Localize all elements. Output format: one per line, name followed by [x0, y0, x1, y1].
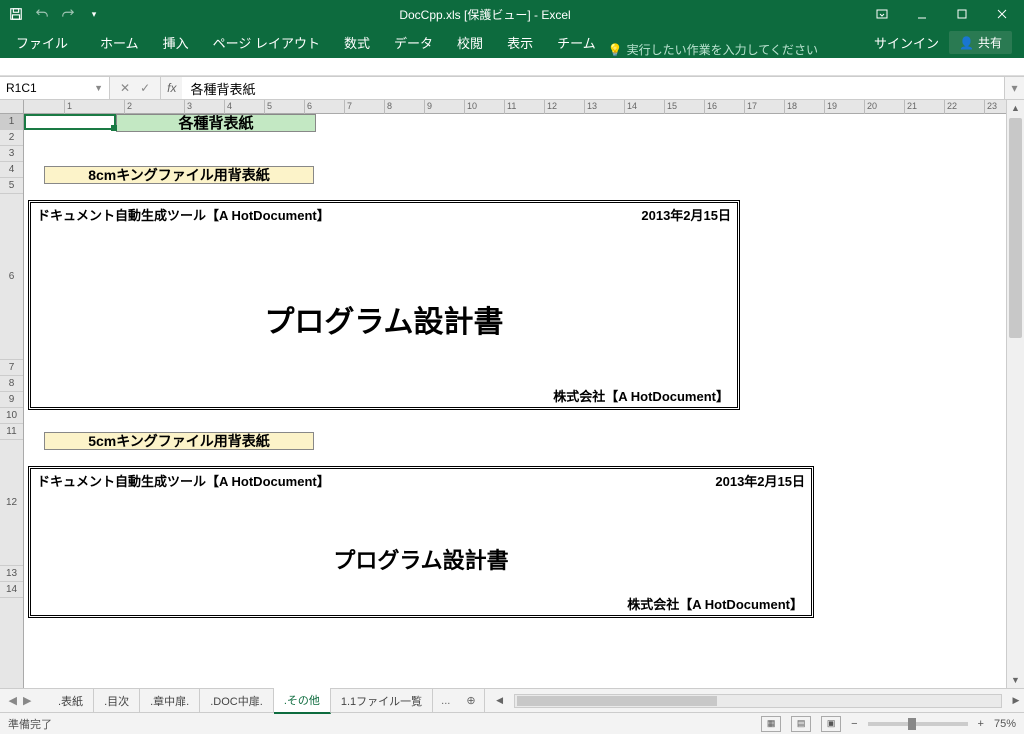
horizontal-scrollbar[interactable] — [514, 694, 1002, 708]
name-box[interactable]: R1C1 ▼ — [0, 77, 110, 99]
row-header[interactable]: 11 — [0, 424, 23, 440]
row-header[interactable]: 2 — [0, 130, 23, 146]
qat-dropdown-icon[interactable]: ▾ — [82, 3, 106, 25]
formula-input[interactable]: 各種背表紙 — [182, 77, 1004, 99]
cancel-icon[interactable]: ✕ — [120, 81, 130, 95]
zoom-thumb[interactable] — [908, 718, 916, 730]
row-header[interactable]: 9 — [0, 392, 23, 408]
zoom-in-icon[interactable]: + — [978, 718, 984, 730]
quick-access-toolbar: ▾ — [4, 3, 106, 25]
scroll-thumb[interactable] — [1009, 118, 1022, 338]
row-header[interactable]: 1 — [0, 114, 23, 130]
chevron-right-icon[interactable]: ▶ — [23, 694, 31, 707]
status-bar: 準備完了 ▦ ▤ ▣ − + 75% — [0, 712, 1024, 734]
tab-file[interactable]: ファイル — [4, 27, 80, 58]
page-break-view-icon[interactable]: ▣ — [821, 716, 841, 732]
enter-icon[interactable]: ✓ — [140, 81, 150, 95]
chevron-left-icon[interactable]: ◀ — [9, 694, 17, 707]
spine-company: 株式会社【A HotDocument】 — [627, 594, 803, 613]
hscroll-left-icon[interactable]: ◀ — [492, 695, 508, 706]
fx-icon[interactable]: fx — [161, 77, 182, 99]
save-icon[interactable] — [4, 3, 28, 25]
ribbon: ファイル ホーム 挿入 ページ レイアウト 数式 データ 校閲 表示 チーム 💡… — [0, 28, 1024, 58]
cell-label-5cm[interactable]: 5cmキングファイル用背表紙 — [44, 432, 314, 450]
sheet-nav[interactable]: ◀▶ — [0, 694, 40, 707]
row-header[interactable]: 10 — [0, 408, 23, 424]
window-title: DocCpp.xls [保護ビュー] - Excel — [106, 6, 864, 23]
cell-label-8cm[interactable]: 8cmキングファイル用背表紙 — [44, 166, 314, 184]
close-icon[interactable] — [984, 2, 1020, 26]
row-header[interactable]: 13 — [0, 566, 23, 582]
spine-8cm-box[interactable]: ドキュメント自動生成ツール【A HotDocument】 2013年2月15日 … — [28, 200, 740, 410]
row-header[interactable]: 3 — [0, 146, 23, 162]
window-controls — [864, 2, 1020, 26]
zoom-level[interactable]: 75% — [994, 718, 1016, 730]
titlebar: ▾ DocCpp.xls [保護ビュー] - Excel — [0, 0, 1024, 28]
tab-home[interactable]: ホーム — [88, 27, 151, 58]
row-header[interactable]: 4 — [0, 162, 23, 178]
person-icon: 👤 — [959, 36, 974, 50]
cell-title[interactable]: 各種背表紙 — [116, 114, 316, 132]
cell-grid[interactable]: 1234567891011121314151617181920212223 各種… — [24, 100, 1006, 688]
new-sheet-icon[interactable]: ⊕ — [458, 690, 483, 711]
undo-icon[interactable] — [30, 3, 54, 25]
sheet-tab[interactable]: .表紙 — [48, 689, 94, 713]
worksheet: 1 2 3 4 5 6 7 8 9 10 11 12 13 14 1234567… — [0, 100, 1024, 688]
tab-data[interactable]: データ — [382, 27, 445, 58]
normal-view-icon[interactable]: ▦ — [761, 716, 781, 732]
redo-icon[interactable] — [56, 3, 80, 25]
minimize-icon[interactable] — [904, 2, 940, 26]
tab-formulas[interactable]: 数式 — [332, 27, 382, 58]
tell-me-search[interactable]: 💡 実行したい作業を入力してください — [608, 41, 818, 58]
sheet-tab[interactable]: 1.1ファイル一覧 — [331, 689, 433, 713]
scroll-down-icon[interactable]: ▼ — [1007, 672, 1024, 688]
sheet-tabs-more[interactable]: ... — [433, 691, 458, 711]
row-header[interactable]: 14 — [0, 582, 23, 598]
sheet-tab-active[interactable]: .その他 — [274, 688, 331, 714]
tab-pagelayout[interactable]: ページ レイアウト — [201, 27, 332, 58]
spine-company: 株式会社【A HotDocument】 — [553, 386, 729, 405]
vertical-scrollbar[interactable]: ▲ ▼ — [1006, 100, 1024, 688]
sheet-tab[interactable]: .DOC中扉. — [200, 689, 274, 713]
scroll-thumb[interactable] — [517, 696, 717, 706]
sheet-tab[interactable]: .目次 — [94, 689, 140, 713]
tab-team[interactable]: チーム — [545, 27, 608, 58]
spine-main-title: プログラム設計書 — [31, 543, 811, 575]
formula-bar: R1C1 ▼ ✕ ✓ fx 各種背表紙 ▾ — [0, 76, 1024, 100]
tab-insert[interactable]: 挿入 — [151, 27, 201, 58]
scroll-up-icon[interactable]: ▲ — [1007, 100, 1024, 116]
spine-main-title: プログラム設計書 — [31, 297, 737, 341]
sheet-tab[interactable]: .章中扉. — [140, 689, 200, 713]
selected-cell[interactable] — [24, 114, 116, 130]
chevron-down-icon[interactable]: ▼ — [94, 83, 103, 93]
hscroll-right-icon[interactable]: ▶ — [1008, 695, 1024, 706]
sheet-tab-bar: ◀▶ .表紙 .目次 .章中扉. .DOC中扉. .その他 1.1ファイル一覧 … — [0, 688, 1024, 712]
row-header[interactable]: 7 — [0, 360, 23, 376]
share-button[interactable]: 👤 共有 — [949, 31, 1012, 54]
status-ready: 準備完了 — [8, 716, 52, 732]
zoom-out-icon[interactable]: − — [851, 718, 857, 730]
tab-view[interactable]: 表示 — [495, 27, 545, 58]
expand-formula-icon[interactable]: ▾ — [1004, 77, 1024, 99]
spine-tool-label: ドキュメント自動生成ツール【A HotDocument】 — [37, 205, 330, 224]
spine-tool-label: ドキュメント自動生成ツール【A HotDocument】 — [37, 471, 330, 490]
signin-link[interactable]: サインイン — [874, 33, 939, 52]
fill-handle[interactable] — [111, 125, 117, 131]
lightbulb-icon: 💡 — [608, 43, 623, 57]
row-header[interactable]: 5 — [0, 178, 23, 194]
row-headers: 1 2 3 4 5 6 7 8 9 10 11 12 13 14 — [0, 114, 24, 688]
page-layout-view-icon[interactable]: ▤ — [791, 716, 811, 732]
tab-review[interactable]: 校閲 — [445, 27, 495, 58]
ribbon-display-icon[interactable] — [864, 2, 900, 26]
select-all-cell[interactable] — [0, 100, 24, 114]
spine-date: 2013年2月15日 — [641, 205, 731, 224]
column-ruler[interactable]: 1234567891011121314151617181920212223 — [24, 100, 1006, 114]
maximize-icon[interactable] — [944, 2, 980, 26]
spine-date: 2013年2月15日 — [715, 471, 805, 490]
row-header[interactable]: 8 — [0, 376, 23, 392]
row-header[interactable]: 6 — [0, 194, 23, 360]
spine-5cm-box[interactable]: ドキュメント自動生成ツール【A HotDocument】 2013年2月15日 … — [28, 466, 814, 618]
row-header[interactable]: 12 — [0, 440, 23, 566]
zoom-slider[interactable] — [868, 722, 968, 726]
